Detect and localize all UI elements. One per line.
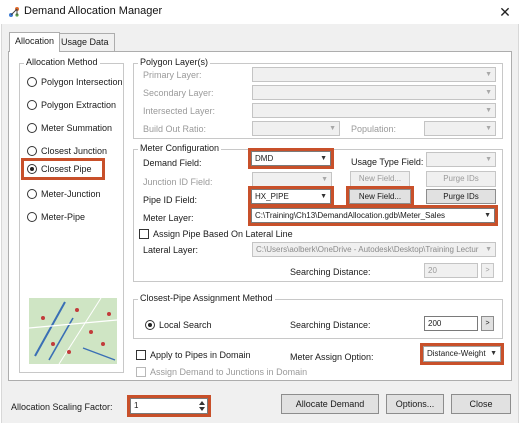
chevron-down-icon: ▼	[485, 71, 492, 78]
assign-lateral-checkbox[interactable]	[139, 229, 149, 239]
population-dropdown[interactable]: ▼	[424, 121, 496, 136]
chevron-down-icon: ▼	[490, 350, 497, 357]
pipe-purge-ids-button[interactable]: Purge IDs	[426, 189, 496, 204]
junction-purge-ids-button[interactable]: Purge IDs	[426, 171, 496, 187]
tab-allocation[interactable]: Allocation	[9, 32, 61, 52]
lateral-distance-spinner-icon[interactable]: >	[481, 263, 494, 278]
secondary-layer-label: Secondary Layer:	[143, 88, 214, 98]
lateral-layer-value: C:\Users\aolberk\OneDrive - Autodesk\Des…	[256, 245, 479, 254]
radio-closest-pipe[interactable]: Closest Pipe	[27, 162, 92, 176]
chevron-down-icon: ▼	[321, 176, 328, 183]
radio-button[interactable]	[27, 212, 37, 222]
meter-assign-option-value: Distance-Weight	[427, 349, 486, 358]
build-out-ratio-label: Build Out Ratio:	[143, 124, 207, 134]
local-search-label: Local Search	[159, 320, 212, 330]
radio-meter-pipe[interactable]: Meter-Pipe	[27, 210, 85, 224]
assign-junctions-label: Assign Demand to Junctions in Domain	[150, 367, 308, 377]
options-button[interactable]: Options...	[386, 394, 444, 414]
chevron-down-icon: ▼	[485, 89, 492, 96]
radio-label: Meter-Junction	[41, 189, 101, 199]
radio-meter-junction[interactable]: Meter-Junction	[27, 187, 101, 201]
radio-button[interactable]	[27, 77, 37, 87]
meter-assign-option-label: Meter Assign Option:	[290, 352, 374, 362]
secondary-layer-dropdown[interactable]: ▼	[252, 85, 496, 100]
intersected-layer-dropdown[interactable]: ▼	[252, 103, 496, 118]
pipe-searching-distance-label: Searching Distance:	[290, 320, 371, 330]
radio-closest-junction[interactable]: Closest Junction	[27, 144, 107, 158]
spinner-icon[interactable]	[198, 400, 206, 412]
pipe-id-field-dropdown[interactable]: HX_PIPE ▼	[251, 189, 331, 204]
radio-label: Closest Junction	[41, 146, 108, 156]
population-label: Population:	[351, 124, 397, 134]
radio-label: Polygon Extraction	[41, 100, 117, 110]
radio-meter-summation[interactable]: Meter Summation	[27, 121, 112, 135]
close-window-icon[interactable]: ✕	[496, 3, 514, 21]
radio-button[interactable]	[27, 100, 37, 110]
pipe-new-field-button[interactable]: New Field...	[349, 189, 411, 204]
pipe-distance-spinner-icon[interactable]: >	[481, 316, 494, 331]
chevron-down-icon: ▼	[484, 212, 491, 219]
radio-button[interactable]	[27, 189, 37, 199]
radio-polygon-intersection[interactable]: Polygon Intersection	[27, 75, 123, 89]
pipe-id-field-value: HX_PIPE	[255, 192, 289, 201]
pipe-searching-distance-input[interactable]: 200	[424, 316, 478, 331]
lateral-searching-distance-input[interactable]: 20	[424, 263, 478, 278]
chevron-down-icon: ▼	[485, 246, 492, 253]
radio-label: Meter Summation	[41, 123, 113, 133]
radio-button[interactable]	[27, 123, 37, 133]
chevron-down-icon: ▼	[485, 125, 492, 132]
meter-configuration-title: Meter Configuration	[138, 143, 222, 153]
tab-usage-data[interactable]: Usage Data	[55, 33, 115, 51]
meter-layer-dropdown[interactable]: C:\Training\Ch13\DemandAllocation.gdb\Me…	[251, 208, 495, 223]
close-button[interactable]: Close	[451, 394, 511, 414]
chevron-down-icon: ▼	[320, 193, 327, 200]
pipe-id-field-label: Pipe ID Field:	[143, 195, 198, 205]
allocation-method-title: Allocation Method	[24, 57, 100, 67]
radio-local-search[interactable]: Local Search	[145, 318, 212, 332]
scaling-factor-label: Allocation Scaling Factor:	[11, 402, 113, 412]
demand-field-value: DMD	[255, 154, 274, 163]
lateral-searching-distance-label: Searching Distance:	[290, 267, 371, 277]
radio-button[interactable]	[27, 146, 37, 156]
allocate-demand-button[interactable]: Allocate Demand	[281, 394, 379, 414]
polygon-layers-title: Polygon Layer(s)	[138, 57, 211, 67]
intersected-layer-label: Intersected Layer:	[143, 106, 216, 116]
apply-to-pipes-label: Apply to Pipes in Domain	[150, 350, 251, 360]
usage-type-field-dropdown[interactable]: ▼	[426, 152, 496, 167]
radio-label: Meter-Pipe	[41, 212, 86, 222]
usage-type-field-label: Usage Type Field:	[351, 157, 424, 167]
radio-button-selected[interactable]	[27, 164, 37, 174]
chevron-down-icon: ▼	[329, 125, 336, 132]
chevron-down-icon: ▼	[485, 107, 492, 114]
window-title: Demand Allocation Manager	[24, 5, 163, 17]
assign-lateral-label: Assign Pipe Based On Lateral Line	[153, 229, 293, 239]
radio-label: Polygon Intersection	[41, 77, 123, 87]
chevron-down-icon: ▼	[320, 155, 327, 162]
demand-field-dropdown[interactable]: DMD ▼	[251, 151, 331, 166]
lateral-layer-label: Lateral Layer:	[143, 245, 199, 255]
closest-pipe-method-title: Closest-Pipe Assignment Method	[138, 293, 275, 303]
network-icon	[9, 7, 19, 17]
junction-id-field-dropdown[interactable]: ▼	[252, 172, 332, 187]
lateral-layer-dropdown[interactable]: C:\Users\aolberk\OneDrive - Autodesk\Des…	[252, 242, 496, 257]
junction-new-field-button[interactable]: New Field...	[350, 171, 410, 187]
meter-layer-value: C:\Training\Ch13\DemandAllocation.gdb\Me…	[255, 211, 446, 220]
apply-to-pipes-checkbox[interactable]	[136, 350, 146, 360]
primary-layer-label: Primary Layer:	[143, 70, 202, 80]
demand-field-label: Demand Field:	[143, 158, 202, 168]
assign-junctions-checkbox[interactable]	[136, 367, 146, 377]
meter-assign-option-dropdown[interactable]: Distance-Weight ▼	[423, 346, 501, 362]
build-out-ratio-dropdown[interactable]: ▼	[252, 121, 340, 136]
radio-label: Closest Pipe	[41, 164, 92, 174]
radio-button-selected[interactable]	[145, 320, 155, 330]
meter-layer-label: Meter Layer:	[143, 213, 194, 223]
radio-polygon-extraction[interactable]: Polygon Extraction	[27, 98, 116, 112]
chevron-down-icon: ▼	[485, 156, 492, 163]
primary-layer-dropdown[interactable]: ▼	[252, 67, 496, 82]
method-thumbnail-image	[29, 298, 117, 364]
scaling-factor-input[interactable]: 1	[130, 398, 208, 414]
junction-id-field-label: Junction ID Field:	[143, 177, 213, 187]
